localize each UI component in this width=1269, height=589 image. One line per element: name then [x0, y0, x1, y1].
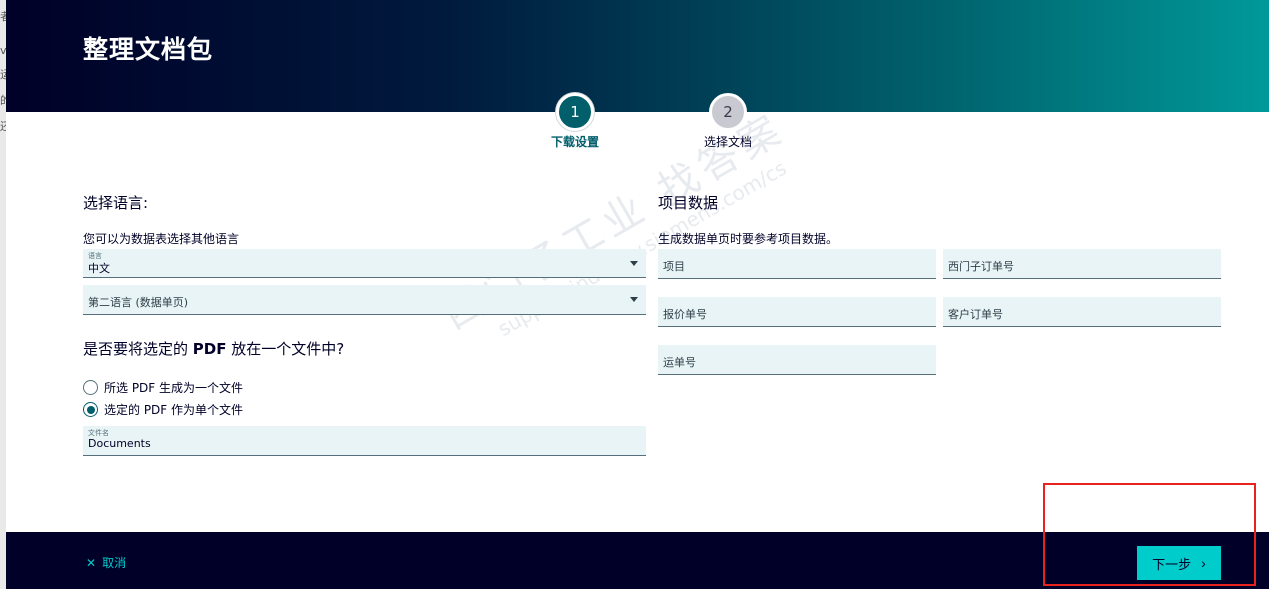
language-select[interactable]: 语言 中文 — [83, 249, 646, 278]
waybill-number-input[interactable]: 运单号 — [658, 345, 936, 375]
dialog-footer: ✕ 取消 下一步 › — [6, 532, 1269, 589]
step-number: 2 — [709, 93, 747, 131]
radio-option-single-file[interactable]: 所选 PDF 生成为一个文件 — [83, 379, 243, 396]
next-button[interactable]: 下一步 › — [1137, 546, 1221, 580]
field-value: Documents — [88, 437, 151, 450]
field-value: 中文 — [88, 262, 110, 275]
language-hint: 您可以为数据表选择其他语言 — [83, 232, 240, 246]
cancel-label: 取消 — [102, 556, 127, 570]
field-placeholder: 客户订单号 — [948, 308, 1003, 321]
close-icon: ✕ — [86, 555, 97, 570]
radio-label: 所选 PDF 生成为一个文件 — [104, 381, 244, 395]
filename-input[interactable]: 文件名 Documents — [83, 426, 646, 456]
project-hint: 生成数据单页时要参考项目数据。 — [658, 232, 839, 246]
siemens-order-input[interactable]: 西门子订单号 — [943, 249, 1221, 279]
language-section-title: 选择语言: — [83, 194, 149, 212]
pdf-title-text: 是否要将选定的 — [83, 340, 193, 358]
step-label: 下载设置 — [550, 135, 599, 149]
dialog-title: 整理文档包 — [83, 35, 214, 64]
field-placeholder: 项目 — [663, 260, 685, 273]
radio-option-separate-files[interactable]: 选定的 PDF 作为单个文件 — [83, 401, 243, 418]
step-number: 1 — [556, 93, 594, 131]
radio-button-checked[interactable] — [83, 402, 98, 417]
project-section-title: 项目数据 — [658, 194, 719, 212]
pdf-title-text: 放在一个文件中? — [226, 340, 345, 358]
quote-number-input[interactable]: 报价单号 — [658, 297, 936, 327]
radio-button[interactable] — [83, 380, 98, 395]
field-placeholder: 运单号 — [663, 356, 696, 369]
project-input[interactable]: 项目 — [658, 249, 936, 279]
step-select-documents[interactable]: 2 选择文档 — [693, 93, 763, 150]
field-placeholder: 第二语言 (数据单页) — [88, 296, 189, 309]
customer-order-input[interactable]: 客户订单号 — [943, 297, 1221, 327]
pdf-section-title: 是否要将选定的 PDF 放在一个文件中? — [83, 338, 344, 359]
background-fragment: 还 — [0, 120, 6, 133]
radio-label: 选定的 PDF 作为单个文件 — [104, 403, 244, 417]
second-language-select[interactable]: 第二语言 (数据单页) — [83, 285, 646, 315]
chevron-down-icon — [630, 261, 638, 266]
field-placeholder: 报价单号 — [663, 308, 707, 321]
field-placeholder: 西门子订单号 — [948, 260, 1014, 273]
step-label: 选择文档 — [703, 135, 752, 149]
cancel-button[interactable]: ✕ 取消 — [86, 554, 126, 571]
dialog-header: 整理文档包 — [6, 0, 1269, 112]
step-download-settings[interactable]: 1 下载设置 — [540, 93, 610, 150]
chevron-down-icon — [630, 297, 638, 302]
next-label: 下一步 — [1152, 556, 1192, 572]
pdf-title-bold: PDF — [192, 340, 227, 358]
chevron-right-icon: › — [1201, 555, 1206, 571]
